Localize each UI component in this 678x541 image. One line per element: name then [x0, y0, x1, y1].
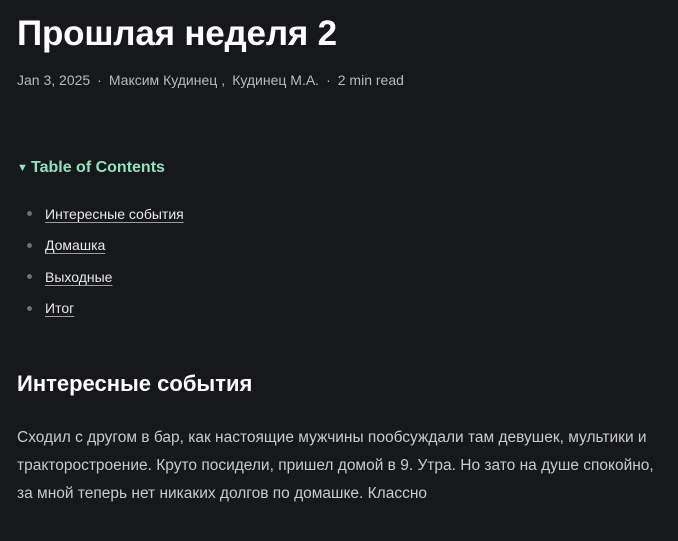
bullet-icon: [27, 242, 32, 248]
section-paragraph: Сходил с другом в бар, как настоящие муж…: [17, 429, 654, 502]
read-time: 2 min read: [337, 72, 404, 88]
post-meta: Jan 3, 2025 · Максим Кудинец, Кудинец М.А. ·…: [17, 70, 404, 90]
table-of-contents: ▼ Table of Contents Интересные события Д…: [17, 157, 657, 324]
author-separator: ,: [221, 72, 226, 88]
author-link-1[interactable]: Максим Кудинец: [109, 72, 217, 88]
section-heading: Интересные события: [17, 371, 253, 396]
author-link-2[interactable]: Кудинец М.А.: [232, 72, 319, 88]
toc-list: Интересные события Домашка Выходные Итог: [17, 198, 657, 324]
toc-link-homework[interactable]: Домашка: [45, 237, 105, 253]
post-date: Jan 3, 2025: [17, 72, 91, 88]
bullet-icon: [27, 274, 32, 280]
toc-link-interesting-events[interactable]: Интересные события: [45, 206, 184, 222]
toc-item: Итог: [17, 293, 657, 325]
toc-item: Выходные: [17, 261, 657, 293]
meta-separator: ·: [97, 72, 102, 88]
meta-separator: ·: [326, 72, 331, 88]
toc-toggle[interactable]: ▼ Table of Contents: [17, 157, 657, 179]
toc-item: Интересные события: [17, 198, 657, 230]
caret-down-icon: ▼: [17, 162, 28, 174]
bullet-icon: [27, 211, 32, 217]
bullet-icon: [27, 305, 32, 311]
toc-link-weekend[interactable]: Выходные: [45, 269, 112, 285]
toc-title: Table of Contents: [31, 159, 165, 176]
toc-item: Домашка: [17, 230, 657, 262]
toc-link-summary[interactable]: Итог: [45, 300, 74, 316]
post-title: Прошлая неделя 2: [17, 14, 337, 53]
